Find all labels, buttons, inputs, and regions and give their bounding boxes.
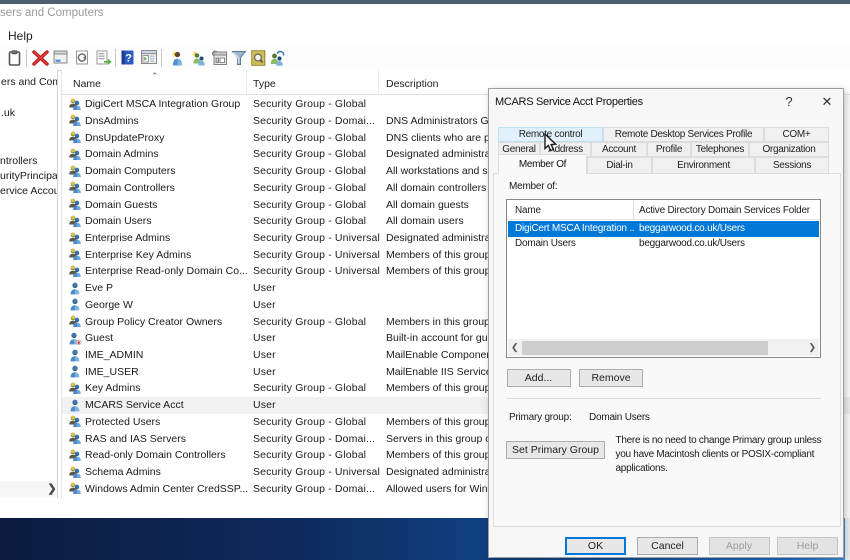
svg-text:?: ? [125,53,132,65]
